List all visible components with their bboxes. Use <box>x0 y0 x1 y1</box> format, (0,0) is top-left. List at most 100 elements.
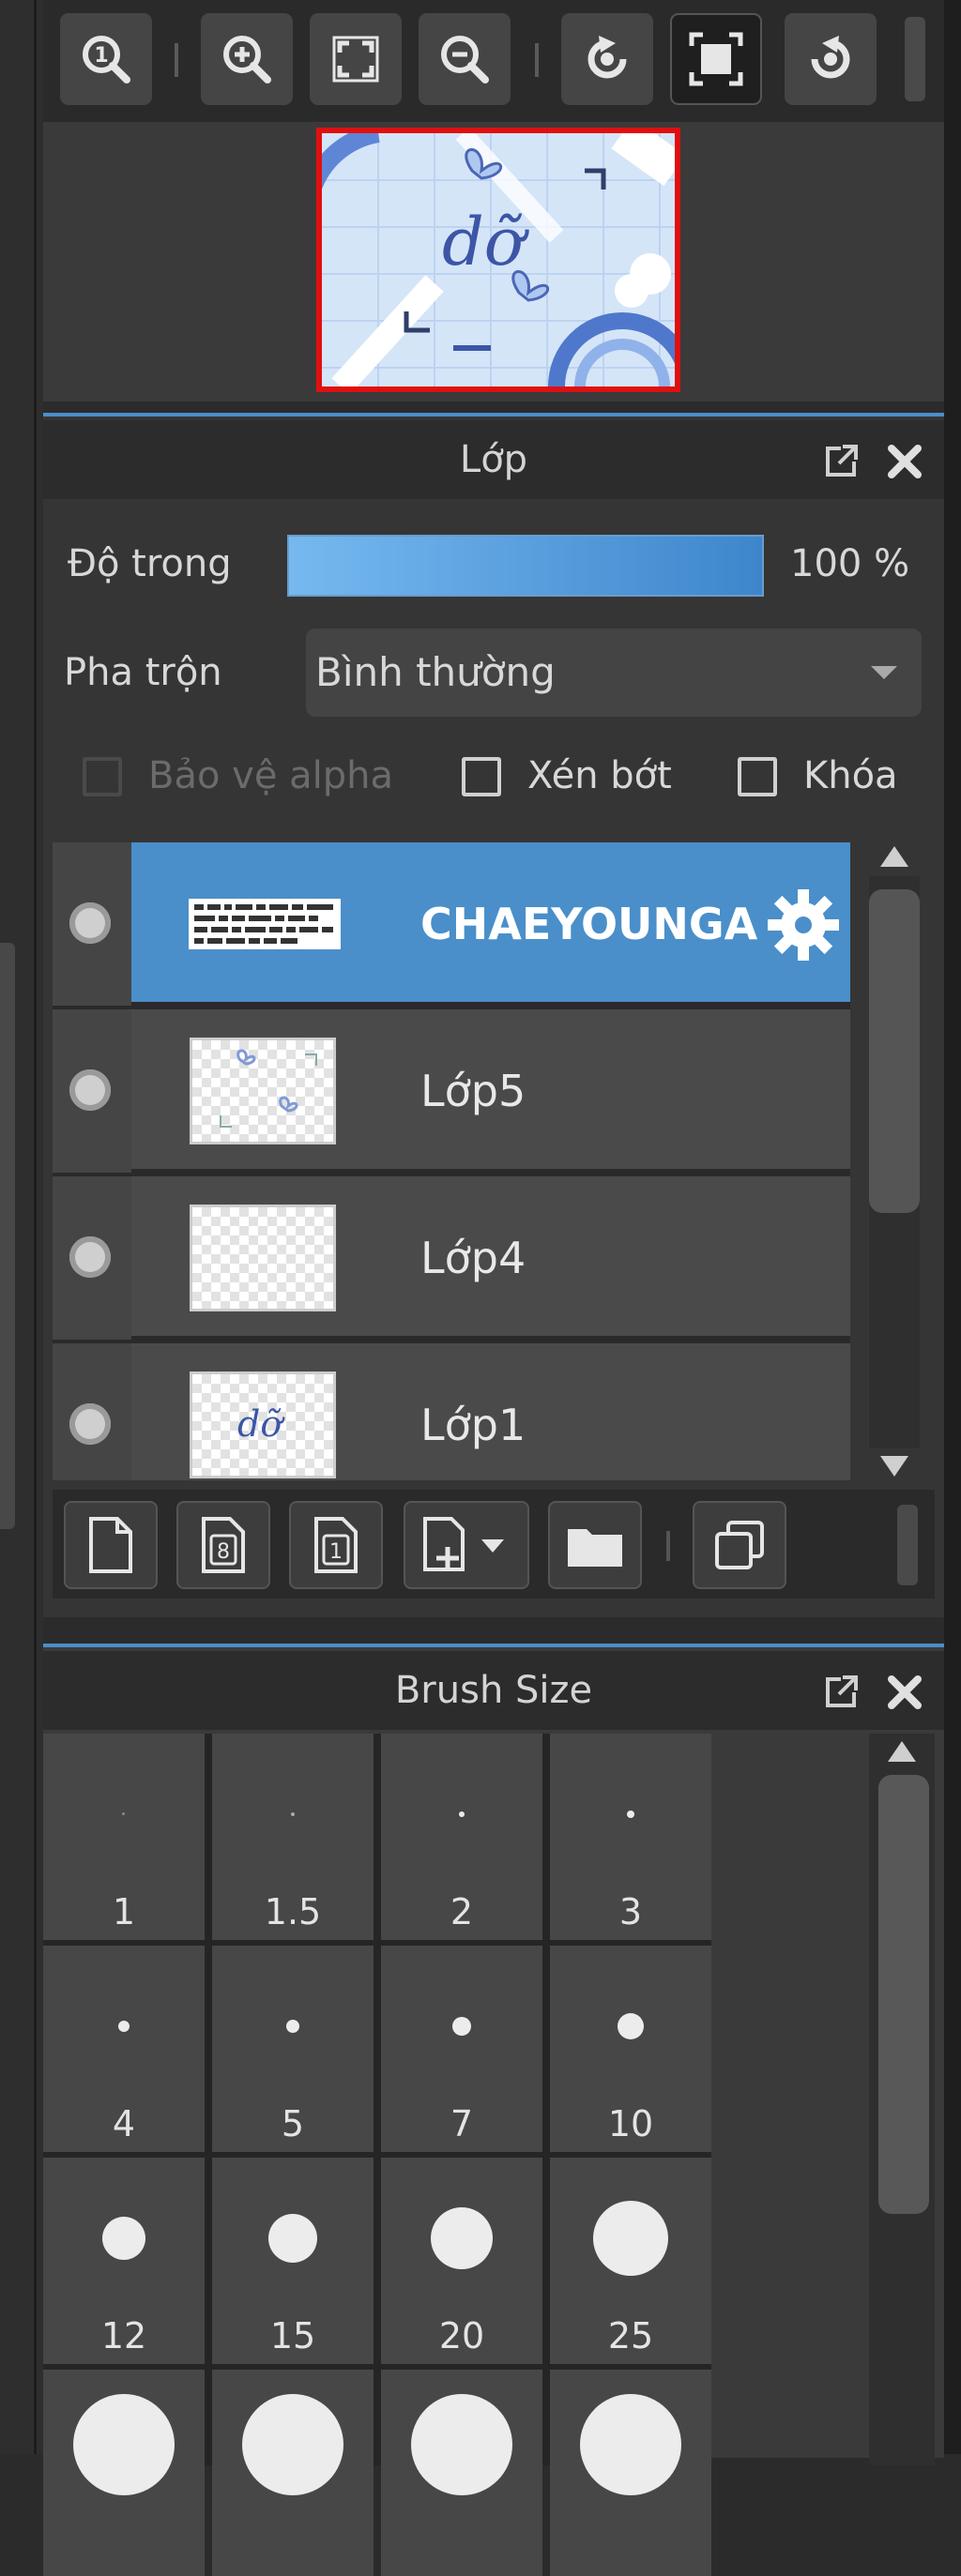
navigator-panel: 1 dỡ <box>43 0 944 402</box>
layer-row[interactable]: Lớp4 <box>53 1176 850 1340</box>
canvas-preview-artwork: dỡ <box>322 133 675 386</box>
layer-list: CHAEYOUNGA Lớp5 Lớp4 dỡ Lớp1 <box>53 842 850 1480</box>
new-8bit-layer-button[interactable]: 8 <box>176 1501 270 1589</box>
brush-dot <box>627 1811 634 1818</box>
brush-dot <box>286 2020 299 2033</box>
toolbar-separator <box>175 43 178 77</box>
zoom-in-button[interactable] <box>201 13 293 105</box>
brush-size-cell[interactable]: 10 <box>550 1946 711 2152</box>
brush-dot <box>268 2214 317 2263</box>
opacity-value: 100 % <box>790 542 910 585</box>
visibility-toggle-icon[interactable] <box>69 902 111 944</box>
add-layer-icon <box>423 1517 504 1571</box>
left-panel-scrollbar[interactable] <box>0 943 15 1529</box>
new-layer-button[interactable] <box>64 1501 158 1589</box>
brush-size-label: 7 <box>450 2103 474 2144</box>
layer-name: CHAEYOUNGA <box>420 899 758 949</box>
scroll-down-icon[interactable] <box>880 1456 908 1477</box>
brush-size-label: 25 <box>607 2315 654 2356</box>
brush-size-cell[interactable] <box>212 2370 374 2576</box>
brush-size-cell[interactable]: 4 <box>43 1946 205 2152</box>
brush-size-cell[interactable]: 25 <box>550 2158 711 2364</box>
zoom-in-icon <box>223 36 271 83</box>
brush-size-panel: Brush Size 1 1.5 2 3 4 5 7 10 12 15 20 2… <box>43 1644 944 2576</box>
brush-dot <box>618 2013 644 2039</box>
brush-size-cell[interactable] <box>550 2370 711 2576</box>
layer-list-scrollbar[interactable] <box>865 839 923 1486</box>
layer-row[interactable]: Lớp5 <box>53 1009 850 1173</box>
scrollbar-thumb[interactable] <box>869 889 920 1213</box>
brush-panel-title: Brush Size <box>394 1669 593 1712</box>
rotate-right-icon <box>811 36 850 79</box>
svg-text:dỡ: dỡ <box>442 204 529 280</box>
new-folder-button[interactable] <box>548 1501 642 1589</box>
scroll-up-icon[interactable] <box>888 1741 916 1762</box>
layer-row[interactable]: dỡ Lớp1 <box>53 1343 850 1480</box>
clip-checkbox[interactable] <box>462 757 501 796</box>
layer-row[interactable]: CHAEYOUNGA <box>53 842 850 1006</box>
layer-thumbnail <box>189 899 341 949</box>
layer-toolbar: 8 1 <box>53 1490 935 1599</box>
brush-grid-scrollbar[interactable] <box>869 1734 935 2465</box>
visibility-toggle-icon[interactable] <box>69 1403 111 1445</box>
alpha-protect-checkbox[interactable] <box>83 757 122 796</box>
close-icon[interactable] <box>886 443 923 480</box>
zoom-actual-button[interactable]: 1 <box>60 13 152 105</box>
zoom-actual-icon: 1 <box>83 36 130 83</box>
fit-screen-icon <box>332 36 379 83</box>
layer-thumbnail: dỡ <box>190 1371 336 1478</box>
close-icon[interactable] <box>886 1674 923 1711</box>
fullscreen-button[interactable] <box>670 13 762 105</box>
canvas-preview[interactable]: dỡ <box>316 128 680 392</box>
brush-size-cell[interactable]: 7 <box>381 1946 542 2152</box>
brush-size-cell[interactable]: 3 <box>550 1734 711 1940</box>
brush-size-label: 5 <box>281 2103 305 2144</box>
scrollbar-thumb[interactable] <box>878 1775 929 2214</box>
popout-icon[interactable] <box>822 443 860 480</box>
visibility-column <box>53 1176 131 1340</box>
new-1bit-layer-button[interactable]: 1 <box>289 1501 383 1589</box>
layer-thumbnail <box>190 1038 336 1144</box>
gear-icon[interactable] <box>766 887 841 962</box>
add-layer-menu-button[interactable] <box>404 1501 529 1589</box>
brush-size-label: 12 <box>100 2315 147 2356</box>
fullscreen-icon <box>689 32 743 86</box>
brush-size-cell[interactable] <box>381 2370 542 2576</box>
rotate-right-button[interactable] <box>785 13 877 105</box>
text-layer-thumbnail-art <box>189 899 341 949</box>
layer-thumbnail-art: dỡ <box>237 1403 285 1445</box>
brush-dot <box>452 2017 471 2036</box>
brush-size-cell[interactable]: 20 <box>381 2158 542 2364</box>
brush-size-label: 10 <box>607 2103 654 2144</box>
blend-mode-select[interactable]: Bình thường <box>306 629 922 717</box>
layer-name: Lớp1 <box>420 1400 526 1450</box>
brush-size-cell[interactable] <box>43 2370 205 2576</box>
visibility-column <box>53 842 131 1006</box>
opacity-slider[interactable] <box>287 535 764 597</box>
duplicate-layer-button[interactable] <box>693 1501 786 1589</box>
layer-thumbnail-art <box>220 1049 317 1128</box>
zoom-out-button[interactable] <box>419 13 511 105</box>
brush-size-cell[interactable]: 5 <box>212 1946 374 2152</box>
brush-size-label: 2 <box>450 1891 474 1932</box>
left-panel-strip <box>0 0 43 2454</box>
popout-icon[interactable] <box>822 1674 860 1711</box>
brush-size-cell[interactable]: 15 <box>212 2158 374 2364</box>
visibility-toggle-icon[interactable] <box>69 1236 111 1278</box>
brush-size-cell[interactable]: 1.5 <box>212 1734 374 1940</box>
toolbar-scroll-handle[interactable] <box>905 17 925 101</box>
left-panel-edge <box>34 0 37 2454</box>
fit-screen-button[interactable] <box>310 13 402 105</box>
visibility-toggle-icon[interactable] <box>69 1069 111 1111</box>
duplicate-icon <box>715 1521 764 1569</box>
lock-checkbox[interactable] <box>738 757 777 796</box>
toolbar-scroll-handle[interactable] <box>897 1505 918 1585</box>
svg-text:dỡ: dỡ <box>237 1403 285 1445</box>
brush-dot <box>73 2394 175 2495</box>
scroll-up-icon[interactable] <box>880 846 908 867</box>
brush-dot <box>580 2394 681 2495</box>
brush-size-cell[interactable]: 2 <box>381 1734 542 1940</box>
rotate-left-button[interactable] <box>561 13 653 105</box>
brush-size-cell[interactable]: 12 <box>43 2158 205 2364</box>
brush-size-cell[interactable]: 1 <box>43 1734 205 1940</box>
